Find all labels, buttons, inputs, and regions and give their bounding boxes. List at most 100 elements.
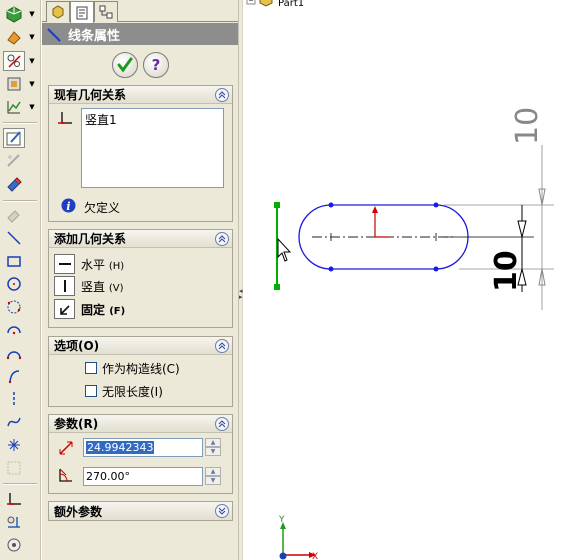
vertical-relation-button[interactable]	[54, 276, 75, 296]
panel-title: 线条属性	[68, 28, 121, 44]
fix-anchor-icon	[59, 305, 70, 315]
help-button[interactable]: ?	[143, 52, 169, 78]
length-spinner[interactable]: ▲ ▼	[205, 438, 221, 457]
parameters-group: 参数(R) 24.9942343 ▲ ▼ 270.00° ▲ ▼	[48, 414, 233, 494]
existing-relations-list[interactable]: 竖直1	[81, 108, 224, 188]
smart-dimension-icon[interactable]	[3, 151, 25, 171]
grid-disabled-icon[interactable]	[3, 458, 25, 478]
sketch-point	[433, 202, 439, 208]
chevron-down-icon[interactable]: ▼	[28, 74, 36, 94]
existing-relations-group: 现有几何关系 竖直1 i 欠定义	[48, 85, 233, 222]
fix-relation-label: 固定 (F)	[81, 303, 126, 317]
relation-icon	[58, 112, 72, 124]
eraser-disabled-icon[interactable]	[3, 205, 25, 225]
chevron-down-icon[interactable]: ▼	[28, 4, 36, 24]
construction-checkbox-label: 作为构造线(C)	[102, 362, 180, 376]
length-input[interactable]: 24.9942343	[83, 438, 203, 457]
rectangle-tool-icon[interactable]	[3, 251, 25, 271]
dimension-upper-label[interactable]: 10	[510, 107, 545, 145]
list-item[interactable]: 竖直1	[82, 109, 223, 130]
spline-tool-icon[interactable]	[3, 412, 25, 432]
point-tool-icon[interactable]	[3, 435, 25, 455]
sketch-toolbar: ▼ ▼ ▼ ▼ ▼	[0, 0, 41, 560]
part-icon	[259, 0, 273, 7]
edit-sketch-icon[interactable]	[3, 128, 25, 148]
parameters-header[interactable]: 参数(R)	[49, 415, 232, 433]
existing-relations-header[interactable]: 现有几何关系	[49, 86, 232, 104]
coordinate-triad-icon	[279, 522, 316, 560]
vertical-icon	[63, 280, 66, 292]
horizontal-icon	[58, 263, 71, 265]
sketch-canvas[interactable]: Part1 10 10 Y X	[244, 0, 572, 560]
collapse-icon[interactable]	[215, 417, 229, 431]
infinite-length-checkbox[interactable]	[85, 385, 97, 397]
splitter-grip-icon[interactable]: ◂ ▸	[239, 288, 243, 301]
graphics-area[interactable]: Part1 10 10 Y X	[244, 0, 572, 560]
repair-sketch-icon[interactable]	[3, 535, 25, 555]
tree-root-item[interactable]	[246, 0, 273, 7]
sketch-point	[328, 266, 334, 272]
angle-input[interactable]: 270.00°	[83, 467, 203, 486]
add-relations-group: 添加几何关系 水平 (H) 竖直 (V) 固定 (F)	[48, 229, 233, 328]
collapse-icon[interactable]	[215, 339, 229, 353]
property-icon	[76, 6, 88, 19]
svg-text:i: i	[66, 200, 70, 213]
existing-relations-title: 现有几何关系	[54, 88, 127, 102]
options-title: 选项(O)	[54, 339, 100, 353]
property-manager: 线条属性 ? 现有几何关系 竖直1 i 欠定义 添加几何关系 水平 (H) 竖直	[42, 0, 238, 560]
help-icon: ?	[151, 56, 161, 74]
y-axis-label: Y	[278, 515, 285, 525]
panel-title-bar: 线条属性	[42, 23, 238, 45]
add-relations-title: 添加几何关系	[54, 232, 127, 246]
display-style-icon[interactable]	[3, 27, 25, 47]
collapse-icon[interactable]	[215, 232, 229, 246]
infinite-length-checkbox-label: 无限长度(I)	[102, 385, 163, 399]
view-orientation-icon[interactable]	[3, 4, 25, 24]
chevron-down-icon[interactable]: ▼	[28, 97, 36, 117]
chevron-down-icon[interactable]: ▼	[28, 27, 36, 47]
extra-parameters-group: 额外参数	[48, 501, 233, 521]
sketch-point	[328, 202, 334, 208]
center-arc-icon[interactable]	[3, 320, 25, 340]
chevron-down-icon[interactable]: ▼	[28, 51, 36, 71]
extra-parameters-title: 额外参数	[54, 504, 103, 519]
configuration-icon	[99, 5, 113, 19]
add-relations-header[interactable]: 添加几何关系	[49, 230, 232, 248]
x-axis-label: X	[312, 552, 318, 560]
tab-feature-tree[interactable]	[46, 1, 70, 22]
horizontal-relation-button[interactable]	[54, 254, 75, 274]
angle-spinner[interactable]: ▲ ▼	[205, 467, 221, 486]
dimension-tool-icon[interactable]	[3, 74, 25, 94]
sketch-origin-icon	[372, 206, 389, 238]
tangent-arc-icon[interactable]	[3, 343, 25, 363]
sketch-mode-icon[interactable]	[3, 51, 25, 71]
dimension-lower-label[interactable]: 10	[489, 250, 524, 292]
construction-checkbox[interactable]	[85, 362, 97, 374]
circle-tool-icon[interactable]	[3, 274, 25, 294]
centerline-icon[interactable]	[3, 389, 25, 409]
tab-configuration-manager[interactable]	[94, 1, 118, 22]
line-icon	[47, 28, 61, 42]
sketch-point	[433, 266, 439, 272]
display-relations-icon[interactable]	[3, 512, 25, 532]
length-icon	[59, 441, 73, 455]
add-relation-icon[interactable]	[3, 489, 25, 509]
manager-tabs	[42, 0, 238, 23]
collapse-icon[interactable]	[215, 88, 229, 102]
pencil-eraser-icon[interactable]	[3, 174, 25, 194]
chart-tool-icon[interactable]	[3, 97, 25, 117]
angle-icon	[59, 468, 72, 482]
three-point-arc-icon[interactable]	[3, 366, 25, 386]
options-header[interactable]: 选项(O)	[49, 337, 232, 355]
line-tool-icon[interactable]	[3, 228, 25, 248]
tab-property-manager[interactable]	[70, 1, 94, 23]
fix-relation-button[interactable]	[54, 299, 75, 319]
options-group: 选项(O) 作为构造线(C) 无限长度(I)	[48, 336, 233, 407]
perimeter-circle-icon[interactable]	[3, 297, 25, 317]
info-icon: i	[61, 198, 76, 213]
tree-root-label[interactable]: Part1	[278, 0, 304, 9]
extra-parameters-header[interactable]: 额外参数	[49, 502, 232, 520]
panel-splitter[interactable]: ◂ ▸	[238, 0, 243, 560]
ok-button[interactable]	[112, 52, 138, 78]
expand-icon[interactable]	[215, 504, 229, 518]
